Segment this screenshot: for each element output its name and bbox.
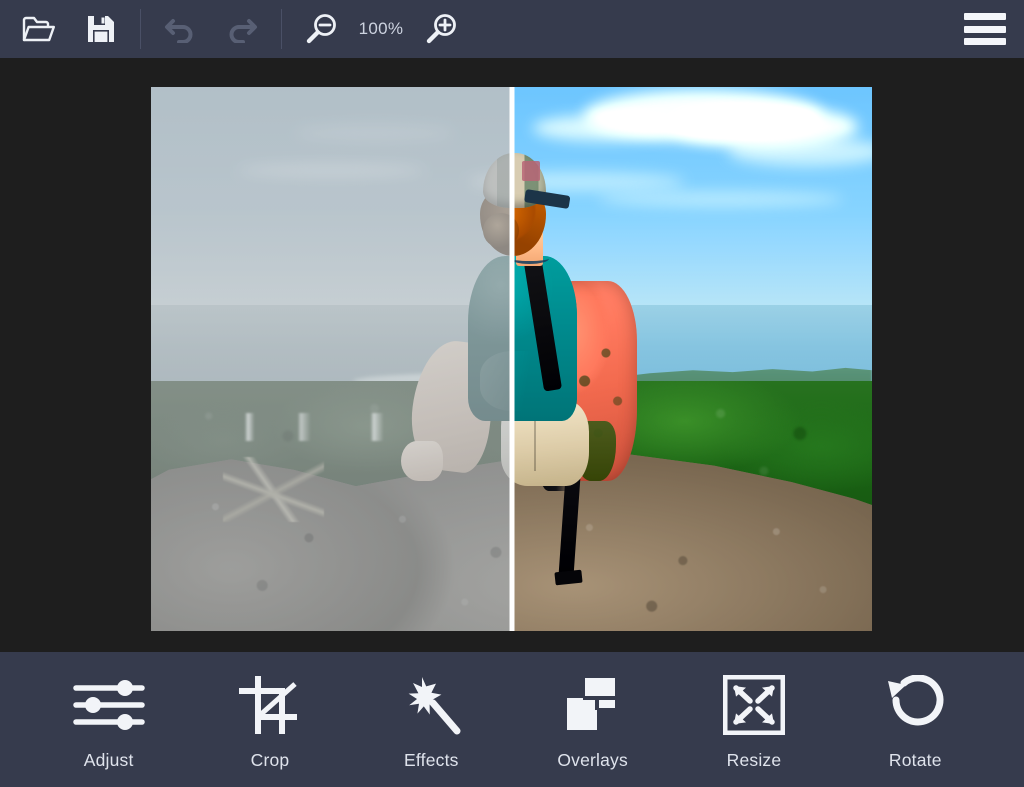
crop-icon [237,674,303,736]
magic-wand-icon [400,674,462,736]
magnifier-minus-icon [304,13,338,45]
magnifier-plus-icon [424,13,458,45]
top-toolbar: 100% [0,0,1024,58]
tool-rotate[interactable]: Rotate [849,674,981,771]
tool-label-overlays: Overlays [557,750,628,770]
hamburger-bar-1 [964,13,1006,20]
tool-label-effects: Effects [404,750,459,770]
tool-crop[interactable]: Crop [204,674,336,771]
tool-label-rotate: Rotate [888,750,942,770]
floppy-disk-icon [86,14,116,44]
zoom-level-label: 100% [358,19,404,38]
hamburger-bar-3 [964,38,1006,45]
bottom-toolbar: Adjust Crop Effects Overlays Resize Rota… [0,652,1024,787]
hamburger-menu-icon[interactable] [964,13,1006,45]
redo-button[interactable] [211,0,273,58]
tool-adjust[interactable]: Adjust [43,674,175,771]
expand-arrows-icon [722,674,785,736]
redo-arrow-icon [226,15,258,43]
zoom-in-button[interactable] [410,0,472,58]
tool-overlays[interactable]: Overlays [527,674,659,771]
toolbar-separator-1 [140,9,141,49]
layers-squares-icon [561,674,625,736]
undo-button[interactable] [149,0,211,58]
tool-label-crop: Crop [250,750,290,770]
toolbar-separator-2 [281,9,282,49]
editor-canvas[interactable] [0,58,1024,652]
tool-label-resize: Resize [726,750,782,770]
sliders-icon [72,674,146,736]
folder-open-icon [22,14,56,44]
undo-arrow-icon [164,15,196,43]
rotate-ccw-icon [884,674,946,736]
open-file-button[interactable] [8,0,70,58]
before-after-divider-handle[interactable] [509,87,515,631]
photo-preview[interactable] [151,87,872,631]
hamburger-bar-2 [964,25,1006,33]
zoom-out-button[interactable] [290,0,352,58]
save-file-button[interactable] [70,0,132,58]
tool-resize[interactable]: Resize [688,674,820,771]
tool-effects[interactable]: Effects [365,674,497,771]
photo-editor-app: 100% Adjust Crop Effects Overlays Resize… [0,0,1024,787]
tool-label-adjust: Adjust [83,750,134,770]
